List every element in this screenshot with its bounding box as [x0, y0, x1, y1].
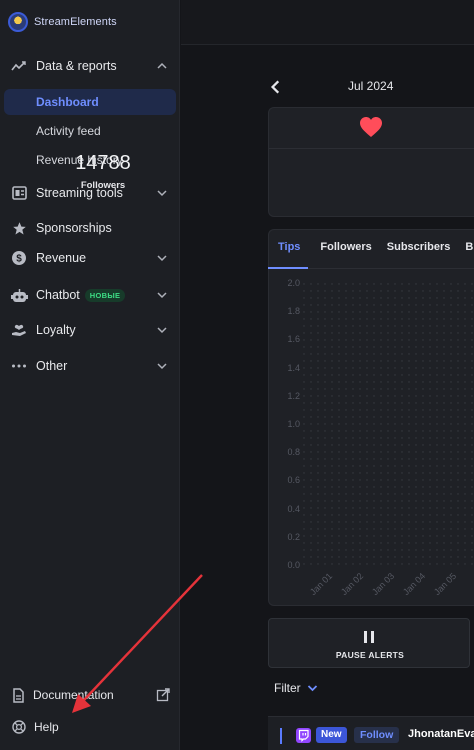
chart-tabs: Tips Followers Subscribers Bi	[268, 229, 474, 269]
y-tick-label: 2.0	[287, 278, 300, 288]
y-tick-label: 0.8	[287, 447, 300, 458]
brand-name-part1: Stream	[34, 16, 71, 28]
pause-icon	[364, 631, 374, 643]
trend-chart-icon	[10, 57, 28, 75]
document-icon	[13, 687, 24, 703]
star-icon	[10, 219, 28, 237]
brand-name: StreamElements	[34, 16, 117, 28]
month-navigator: Jul 2024	[268, 76, 474, 98]
chevron-down-icon	[307, 685, 317, 692]
followers-count: 14788	[75, 152, 131, 174]
sidebar-item-other[interactable]: Other	[0, 353, 180, 379]
y-tick-label: 1.4	[287, 362, 300, 373]
x-tick-label: Jan 02	[339, 570, 366, 598]
y-tick-label: 1.2	[287, 390, 300, 401]
y-tick-label: 1.6	[287, 334, 300, 345]
sidebar-item-sponsorships[interactable]: Sponsorships	[0, 215, 180, 241]
hand-heart-icon	[10, 321, 28, 339]
tab-bits[interactable]: Bi	[465, 229, 474, 269]
sidebar-item-label: Chatbot	[36, 288, 80, 302]
chevron-down-icon	[157, 255, 167, 262]
new-badge: New	[316, 727, 347, 743]
filter-label: Filter	[274, 681, 301, 695]
svg-text:$: $	[16, 254, 22, 265]
sidebar: StreamElements Data & reports Dashboard …	[0, 0, 180, 750]
heart-icon	[360, 117, 382, 137]
feed-username: JhonatanEva	[408, 728, 474, 740]
y-tick-label: 0.4	[287, 503, 300, 514]
tab-followers[interactable]: Followers	[320, 229, 371, 269]
sidebar-item-label: Loyalty	[36, 323, 76, 337]
tab-subscribers[interactable]: Subscribers	[387, 229, 451, 269]
tips-chart: 2.0 1.8 1.6 1.4 1.2 1.0 0.8 0.6 0.4 0.2 0.0 Jan 01 J…	[268, 270, 474, 606]
sidebar-item-help[interactable]: Help	[12, 717, 59, 737]
brand[interactable]: StreamElements	[8, 8, 117, 36]
chevron-down-icon	[157, 327, 167, 334]
feed-accent-bar	[280, 728, 282, 744]
x-tick-label: Jan 03	[370, 570, 397, 598]
followers-label: Followers	[80, 180, 126, 191]
sidebar-item-label: Other	[36, 359, 68, 373]
more-dots-icon	[10, 357, 28, 375]
sidebar-item-label: Help	[34, 720, 59, 734]
sidebar-item-activity-feed[interactable]: Activity feed	[4, 118, 176, 144]
robot-icon	[10, 286, 28, 304]
external-link-icon[interactable]	[156, 688, 170, 702]
sidebar-item-label: Documentation	[33, 688, 114, 702]
twitch-icon	[296, 728, 311, 743]
y-tick-label: 1.0	[287, 419, 300, 429]
month-label: Jul 2024	[348, 79, 394, 93]
sidebar-item-chatbot[interactable]: Chatbot НОВЫЕ	[0, 282, 180, 308]
brand-name-part2: Elements	[70, 16, 117, 28]
sidebar-item-label: Sponsorships	[36, 221, 112, 235]
dollar-coin-icon: $	[10, 249, 28, 267]
sidebar-item-label: Activity feed	[36, 124, 101, 138]
sidebar-item-data-reports[interactable]: Data & reports	[0, 53, 180, 79]
sidebar-item-dashboard[interactable]: Dashboard	[4, 89, 176, 115]
tab-tips[interactable]: Tips	[268, 229, 309, 269]
y-tick-label: 0.6	[287, 475, 300, 486]
sidebar-item-loyalty[interactable]: Loyalty	[0, 317, 180, 343]
app-root: StreamElements Data & reports Dashboard …	[0, 0, 474, 750]
sidebar-item-label: Revenue	[36, 251, 87, 265]
activity-feed-row[interactable]: New Follow JhonatanEva	[268, 716, 474, 750]
sidebar-item-label: Data & reports	[36, 59, 117, 73]
sidebar-item-documentation[interactable]: Documentation	[12, 685, 114, 705]
followers-stat-card	[268, 107, 474, 217]
x-tick-label: Jan 04	[401, 570, 428, 598]
chevron-left-icon[interactable]	[268, 79, 284, 95]
x-tick-label: Jan 01	[308, 570, 335, 598]
top-bar	[181, 0, 474, 45]
filter-dropdown[interactable]: Filter	[274, 680, 318, 696]
pause-alerts-button[interactable]: PAUSE ALERTS	[268, 618, 470, 668]
pause-alerts-label: PAUSE ALERTS	[335, 650, 405, 660]
y-tick-label: 1.8	[287, 306, 300, 317]
card-divider	[269, 148, 474, 149]
event-type-badge: Follow	[354, 727, 400, 743]
streamelements-logo	[8, 12, 28, 32]
help-lifebuoy-icon	[12, 720, 26, 734]
chevron-down-icon	[157, 363, 167, 370]
chevron-down-icon	[157, 292, 167, 299]
x-tick-label: Jan 05	[432, 570, 459, 598]
sidebar-item-label: Dashboard	[36, 95, 99, 109]
sidebar-item-revenue[interactable]: $ Revenue	[0, 245, 180, 271]
new-badge: НОВЫЕ	[84, 288, 126, 302]
chevron-up-icon	[157, 62, 167, 69]
y-tick-label: 0.2	[287, 531, 300, 542]
y-tick-label: 0.0	[287, 560, 300, 570]
